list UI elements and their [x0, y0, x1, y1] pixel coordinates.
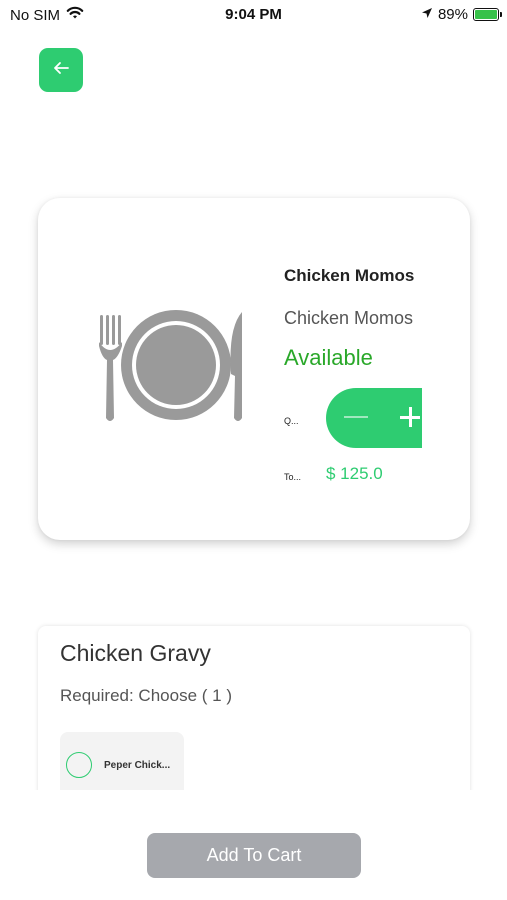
location-arrow-icon	[421, 6, 433, 23]
option-group-requirement: Required: Choose ( 1 )	[60, 686, 232, 705]
options-card: Chicken Gravy Required: Choose ( 1 ) Pep…	[38, 626, 470, 806]
arrow-left-icon	[52, 61, 70, 80]
product-card: Chicken Momos Chicken Momos Available Q.…	[38, 198, 470, 540]
quantity-label: Q...	[284, 416, 299, 426]
total-label: To...	[284, 472, 302, 482]
quantity-stepper	[326, 388, 422, 448]
product-description: Chicken Momos	[284, 308, 414, 328]
availability-status: Available	[284, 345, 373, 370]
battery-percent: 89%	[437, 6, 468, 23]
back-button[interactable]	[39, 48, 83, 92]
plate-fork-knife-icon	[96, 310, 251, 425]
option-label: Peper Chick...	[104, 760, 171, 771]
status-bar: No SIM 9:04 PM 89%	[0, 0, 507, 32]
add-to-cart-button[interactable]: Add To Cart	[147, 833, 361, 878]
status-right: 89%	[421, 6, 502, 23]
total-value: $ 125.0	[326, 464, 383, 483]
battery-charging-icon	[473, 8, 502, 21]
option-radio-button[interactable]	[66, 752, 92, 778]
decrease-quantity-button[interactable]	[344, 416, 368, 418]
product-title: Chicken Momos	[284, 266, 415, 285]
option-group-title: Chicken Gravy	[60, 640, 211, 666]
